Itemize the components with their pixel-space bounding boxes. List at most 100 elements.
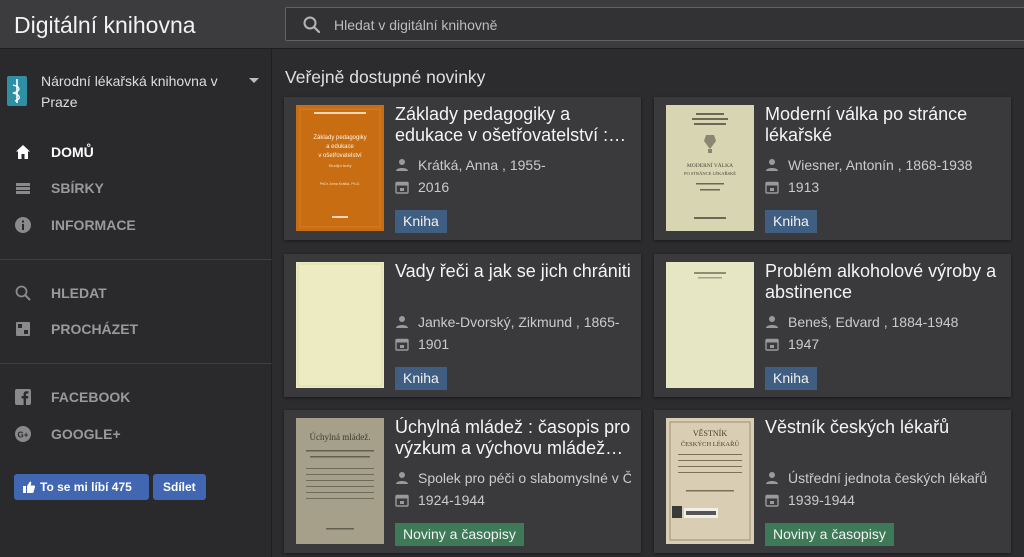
library-selector[interactable]: Národní lékařská knihovna v Praze (0, 64, 272, 114)
card-title[interactable]: Základy pedagogiky a edukace v ošetřovat… (395, 104, 631, 146)
document-card[interactable]: Úchylná mládež. Úchylná mládež : časopis… (284, 410, 641, 553)
library-logo (7, 76, 27, 106)
nav-label: FACEBOOK (51, 389, 131, 405)
cover-text: Studijní texty (329, 163, 352, 168)
share-label: Sdílet (163, 480, 196, 494)
cover-text: Základy pedagogiky (313, 135, 366, 141)
google-plus-icon: G+ (15, 426, 31, 442)
main-content: Veřejně dostupné novinky Základy pedagog… (272, 49, 1024, 557)
cover-thumbnail[interactable] (666, 262, 754, 388)
nav-item-facebook[interactable]: FACEBOOK (0, 380, 272, 414)
facebook-icon (15, 389, 31, 405)
type-badge: Kniha (395, 367, 447, 390)
svg-text:G+: G+ (18, 431, 29, 440)
year-text: 2016 (418, 179, 450, 195)
nav-label: INFORMACE (51, 217, 136, 233)
search-input[interactable] (334, 14, 834, 36)
nav-label: GOOGLE+ (51, 426, 121, 442)
calendar-icon (765, 338, 779, 351)
cover-thumbnail[interactable]: Úchylná mládež. (296, 418, 384, 544)
cover-text: a edukace (326, 144, 354, 150)
cover-text: v ošetřovatelství (318, 153, 362, 159)
caduceus-icon (12, 79, 20, 103)
nav-item-collections[interactable]: SBÍRKY (0, 171, 272, 205)
document-card[interactable]: Problém alkoholové výroby a abstinence B… (654, 254, 1011, 397)
cover-thumbnail[interactable]: VĚSTNÍK ČESKÝCH LÉKAŘŮ (666, 418, 754, 544)
author-text: Ústřední jednota českých lékařů (788, 470, 988, 486)
card-title[interactable]: Vady řeči a jak se jich chrániti (395, 261, 631, 282)
nav-label: SBÍRKY (51, 180, 104, 196)
cover-text: VĚSTNÍK (693, 428, 727, 438)
app-title[interactable]: Digitální knihovna (14, 12, 196, 39)
cover-text: ČESKÝCH LÉKAŘŮ (681, 440, 740, 448)
calendar-icon (765, 494, 779, 507)
author-text: Wiesner, Antonín , 1868-1938 (788, 157, 973, 173)
app-header: Digitální knihovna (0, 0, 1024, 49)
author-text: Beneš, Edvard , 1884-1948 (788, 314, 959, 330)
cover-text: Úchylná mládež. (310, 432, 371, 442)
collections-icon (16, 183, 30, 194)
browse-icon (16, 322, 30, 336)
search-icon (303, 16, 321, 34)
nav-label: PROCHÁZET (51, 321, 139, 337)
card-title[interactable]: Úchylná mládež : časopis pro výzkum a vý… (395, 417, 631, 459)
nav-item-google-plus[interactable]: G+ GOOGLE+ (0, 417, 272, 451)
sidebar: Národní lékařská knihovna v Praze DOMŮ S… (0, 49, 272, 557)
type-badge: Kniha (765, 210, 817, 233)
cover-text: MODERNÍ VÁLKA (687, 161, 733, 169)
author-text: Krátká, Anna , 1955- (418, 157, 546, 173)
info-icon (15, 217, 31, 233)
card-title[interactable]: Problém alkoholové výroby a abstinence (765, 261, 1001, 303)
year-text: 1901 (418, 336, 450, 352)
cover-text: PhDr. Anna Krátká, Ph.D. (320, 182, 361, 186)
document-card[interactable]: Vady řeči a jak se jich chrániti Janke-D… (284, 254, 641, 397)
cover-text: PO STRÁNCE LÉKAŘSKÉ (684, 171, 736, 176)
section-title: Veřejně dostupné novinky (285, 67, 486, 87)
chevron-down-icon (249, 78, 259, 83)
nav-item-info[interactable]: INFORMACE (0, 208, 272, 242)
card-title[interactable]: Věstník českých lékařů (765, 417, 1001, 438)
year-text: 1924-1944 (418, 492, 485, 508)
facebook-like-button[interactable]: To se mi líbí 475 (14, 474, 149, 500)
person-icon (766, 472, 778, 484)
person-icon (396, 159, 408, 171)
search-box[interactable] (285, 7, 1024, 41)
facebook-share-button[interactable]: Sdílet (153, 474, 206, 500)
calendar-icon (395, 494, 409, 507)
nav-label: DOMŮ (51, 144, 94, 160)
author-text: Spolek pro péči o slabomyslné v Čechách (418, 470, 631, 486)
person-icon (766, 159, 778, 171)
year-text: 1947 (788, 336, 820, 352)
person-icon (766, 316, 778, 328)
year-text: 1913 (788, 179, 820, 195)
card-title[interactable]: Moderní válka po stránce lékařské (765, 104, 1001, 146)
nav-item-browse[interactable]: PROCHÁZET (0, 312, 272, 346)
nav-item-home[interactable]: DOMŮ (0, 135, 272, 169)
type-badge: Kniha (395, 210, 447, 233)
cover-thumbnail[interactable] (296, 262, 384, 388)
type-badge: Kniha (765, 367, 817, 390)
divider (0, 259, 272, 260)
home-icon (16, 145, 30, 159)
cover-thumbnail[interactable]: MODERNÍ VÁLKA PO STRÁNCE LÉKAŘSKÉ (666, 105, 754, 231)
person-icon (396, 472, 408, 484)
year-text: 1939-1944 (788, 492, 855, 508)
type-badge: Noviny a časopisy (765, 523, 894, 546)
document-card[interactable]: MODERNÍ VÁLKA PO STRÁNCE LÉKAŘSKÉ Modern… (654, 97, 1011, 240)
document-card[interactable]: Základy pedagogiky a edukace v ošetřovat… (284, 97, 641, 240)
calendar-icon (765, 181, 779, 194)
person-icon (396, 316, 408, 328)
nav-item-search[interactable]: HLEDAT (0, 276, 272, 310)
cover-thumbnail[interactable]: Základy pedagogiky a edukace v ošetřovat… (296, 105, 384, 231)
document-card[interactable]: VĚSTNÍK ČESKÝCH LÉKAŘŮ Věstník českých l… (654, 410, 1011, 553)
library-name: Národní lékařská knihovna v Praze (41, 73, 218, 110)
nav-label: HLEDAT (51, 285, 107, 301)
search-icon (15, 285, 31, 301)
calendar-icon (395, 338, 409, 351)
divider (0, 363, 272, 364)
like-label: To se mi líbí 475 (40, 480, 132, 494)
thumbs-up-icon (23, 481, 36, 493)
author-text: Janke-Dvorský, Zikmund , 1865- (418, 314, 620, 330)
type-badge: Noviny a časopisy (395, 523, 524, 546)
calendar-icon (395, 181, 409, 194)
